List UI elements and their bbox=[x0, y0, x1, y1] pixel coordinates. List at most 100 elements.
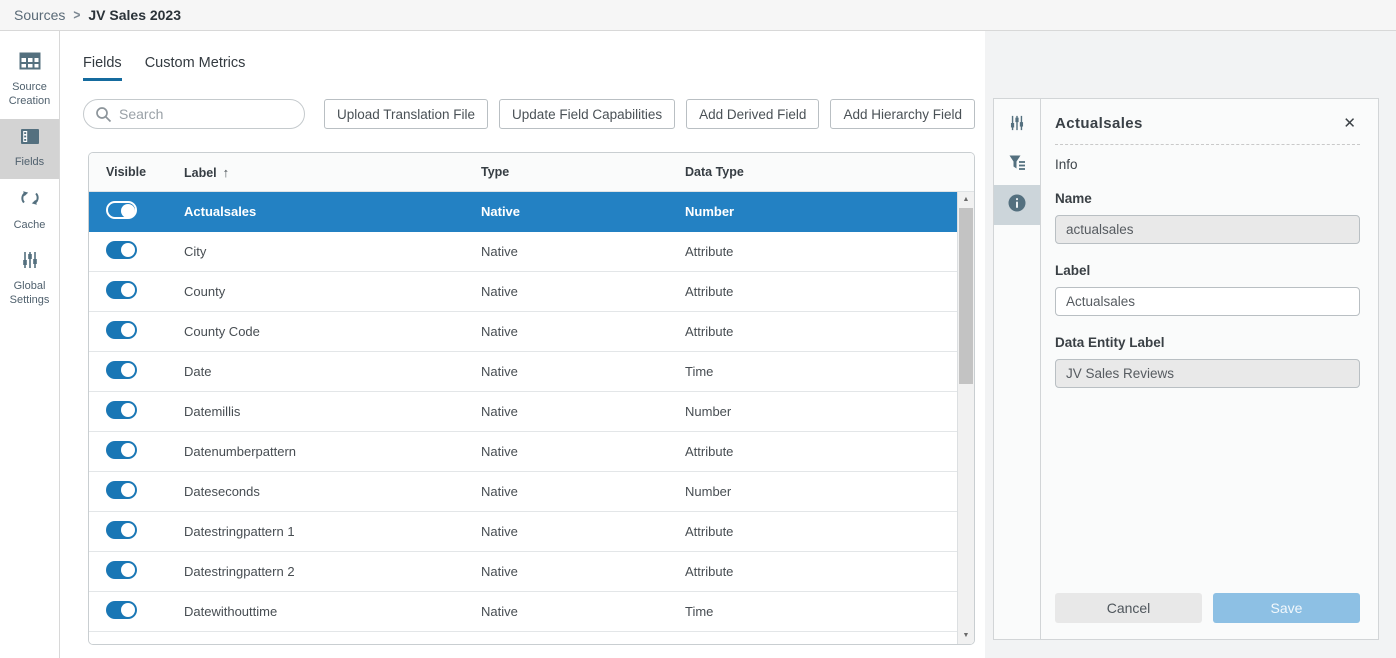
info-icon bbox=[1008, 194, 1026, 217]
column-header-type[interactable]: Type bbox=[481, 165, 685, 179]
panel-title-row: Actualsales ✕ bbox=[1055, 114, 1360, 145]
table-row[interactable]: Date Native Time bbox=[89, 352, 974, 392]
row-type: Native bbox=[481, 444, 685, 459]
sliders-icon bbox=[1009, 115, 1025, 136]
data-entity-label-field bbox=[1055, 359, 1360, 388]
row-visible-cell bbox=[89, 481, 184, 502]
panel-title: Actualsales bbox=[1055, 115, 1143, 132]
row-type: Native bbox=[481, 364, 685, 379]
toggle-knob bbox=[121, 603, 135, 617]
app-shell: Source Creation Fields bbox=[0, 31, 1396, 658]
column-header-label[interactable]: Label↑ bbox=[184, 165, 481, 180]
visibility-toggle[interactable] bbox=[106, 481, 137, 499]
panel-tab-filter[interactable] bbox=[994, 145, 1040, 185]
table-grid-icon bbox=[19, 52, 41, 75]
sidebar-item-fields[interactable]: Fields bbox=[0, 119, 59, 179]
sidebar-item-global-settings[interactable]: Global Settings bbox=[0, 242, 59, 318]
panel-tool-strip bbox=[994, 99, 1041, 639]
visibility-toggle[interactable] bbox=[106, 201, 137, 219]
sidebar-item-label: Global Settings bbox=[2, 279, 57, 308]
table-row[interactable]: City Native Attribute bbox=[89, 232, 974, 272]
sidebar-item-label: Cache bbox=[14, 218, 46, 232]
row-data-type: Attribute bbox=[685, 324, 974, 339]
tab-bar: Fields Custom Metrics bbox=[83, 55, 985, 81]
column-header-visible[interactable]: Visible bbox=[89, 165, 184, 179]
search-box[interactable] bbox=[83, 99, 305, 129]
name-field bbox=[1055, 215, 1360, 244]
table-header-row: Visible Label↑ Type Data Type bbox=[89, 153, 974, 192]
row-label: City bbox=[184, 244, 481, 259]
search-icon bbox=[95, 106, 112, 123]
left-nav-rail: Source Creation Fields bbox=[0, 31, 60, 658]
toggle-knob bbox=[121, 204, 135, 218]
table-row[interactable]: Actualsales Native Number bbox=[89, 192, 974, 232]
table-body: Actualsales Native Number City Native At… bbox=[89, 192, 974, 632]
scroll-up-icon[interactable]: ▲ bbox=[958, 193, 974, 207]
visibility-toggle[interactable] bbox=[106, 601, 137, 619]
data-entity-label-field-label: Data Entity Label bbox=[1055, 335, 1360, 350]
table-row[interactable]: County Native Attribute bbox=[89, 272, 974, 312]
table-row-partial bbox=[89, 632, 974, 645]
panel-footer: Cancel Save bbox=[1055, 593, 1360, 623]
row-data-type: Time bbox=[685, 364, 974, 379]
visibility-toggle[interactable] bbox=[106, 441, 137, 459]
visibility-toggle[interactable] bbox=[106, 361, 137, 379]
visibility-toggle[interactable] bbox=[106, 521, 137, 539]
tab-custom-metrics[interactable]: Custom Metrics bbox=[145, 55, 246, 81]
row-data-type: Attribute bbox=[685, 244, 974, 259]
update-field-capabilities-button[interactable]: Update Field Capabilities bbox=[499, 99, 675, 129]
row-type: Native bbox=[481, 324, 685, 339]
row-type: Native bbox=[481, 564, 685, 579]
sidebar-item-cache[interactable]: Cache bbox=[0, 179, 59, 242]
row-label: Dateseconds bbox=[184, 484, 481, 499]
row-data-type: Number bbox=[685, 484, 974, 499]
scrollbar-thumb[interactable] bbox=[959, 208, 973, 384]
tab-fields[interactable]: Fields bbox=[83, 55, 122, 81]
column-header-label-text: Label bbox=[184, 166, 217, 180]
visibility-toggle[interactable] bbox=[106, 281, 137, 299]
scroll-down-icon[interactable]: ▼ bbox=[958, 629, 974, 643]
breadcrumb-root-link[interactable]: Sources bbox=[14, 7, 65, 23]
add-derived-field-button[interactable]: Add Derived Field bbox=[686, 99, 819, 129]
toggle-knob bbox=[121, 403, 135, 417]
upload-translation-file-button[interactable]: Upload Translation File bbox=[324, 99, 488, 129]
row-data-type: Attribute bbox=[685, 444, 974, 459]
visibility-toggle[interactable] bbox=[106, 321, 137, 339]
table-row[interactable]: Datestringpattern 1 Native Attribute bbox=[89, 512, 974, 552]
panel-tab-settings-sliders[interactable] bbox=[994, 105, 1040, 145]
visibility-toggle[interactable] bbox=[106, 561, 137, 579]
label-field[interactable] bbox=[1055, 287, 1360, 316]
visibility-toggle[interactable] bbox=[106, 241, 137, 259]
toolbar: Upload Translation File Update Field Cap… bbox=[83, 99, 975, 129]
sidebar-item-source-creation[interactable]: Source Creation bbox=[0, 43, 59, 119]
refresh-icon bbox=[19, 188, 41, 213]
table-row[interactable]: County Code Native Attribute bbox=[89, 312, 974, 352]
row-label: Actualsales bbox=[184, 204, 481, 219]
row-visible-cell bbox=[89, 601, 184, 622]
visibility-toggle[interactable] bbox=[106, 401, 137, 419]
table-vertical-scrollbar[interactable]: ▲ ▼ bbox=[957, 192, 974, 644]
toggle-knob bbox=[121, 443, 135, 457]
table-row[interactable]: Datemillis Native Number bbox=[89, 392, 974, 432]
table-row[interactable]: Datestringpattern 2 Native Attribute bbox=[89, 552, 974, 592]
row-type: Native bbox=[481, 284, 685, 299]
save-button[interactable]: Save bbox=[1213, 593, 1360, 623]
column-header-data-type[interactable]: Data Type bbox=[685, 165, 974, 179]
search-input[interactable] bbox=[119, 106, 300, 122]
row-visible-cell bbox=[89, 201, 184, 222]
table-row[interactable]: Datenumberpattern Native Attribute bbox=[89, 432, 974, 472]
panel-tab-info[interactable] bbox=[994, 185, 1040, 225]
row-visible-cell bbox=[89, 521, 184, 542]
cancel-button[interactable]: Cancel bbox=[1055, 593, 1202, 623]
row-label: County bbox=[184, 284, 481, 299]
row-data-type: Number bbox=[685, 204, 974, 219]
add-hierarchy-field-button[interactable]: Add Hierarchy Field bbox=[830, 99, 975, 129]
table-row[interactable]: Datewithouttime Native Time bbox=[89, 592, 974, 632]
row-data-type: Attribute bbox=[685, 564, 974, 579]
right-zone: Actualsales ✕ Info Name Label Data Entit… bbox=[985, 31, 1396, 658]
toggle-knob bbox=[121, 523, 135, 537]
table-row[interactable]: Dateseconds Native Number bbox=[89, 472, 974, 512]
row-visible-cell bbox=[89, 561, 184, 582]
toggle-knob bbox=[121, 243, 135, 257]
close-icon[interactable]: ✕ bbox=[1339, 114, 1360, 133]
